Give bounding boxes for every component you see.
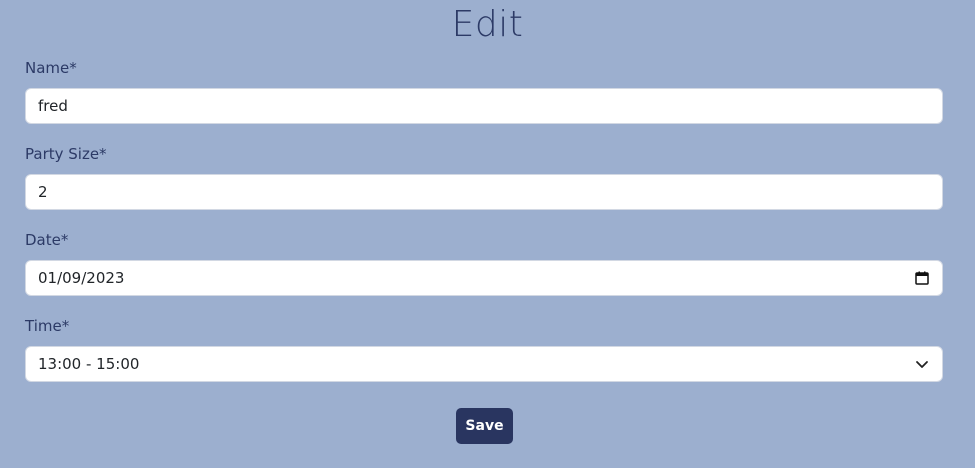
name-input-value: fred: [38, 97, 68, 115]
edit-page: Edit Name* fred Party Size* 2 Date* 01/0…: [0, 0, 975, 468]
page-title: Edit: [451, 4, 524, 45]
calendar-icon[interactable]: [902, 261, 942, 295]
date-input[interactable]: 01/09/2023: [25, 260, 943, 296]
date-input-value: 01/09/2023: [38, 269, 125, 287]
date-label: Date*: [25, 231, 69, 249]
party-size-input-value: 2: [38, 183, 48, 201]
chevron-down-icon: [902, 347, 942, 381]
save-button[interactable]: Save: [456, 408, 513, 444]
party-size-input[interactable]: 2: [25, 174, 943, 210]
party-size-label: Party Size*: [25, 145, 107, 163]
time-label: Time*: [25, 317, 70, 335]
name-input[interactable]: fred: [25, 88, 943, 124]
time-select[interactable]: 13:00 - 15:00: [25, 346, 943, 382]
time-select-value: 13:00 - 15:00: [38, 355, 140, 373]
name-label: Name*: [25, 59, 77, 77]
